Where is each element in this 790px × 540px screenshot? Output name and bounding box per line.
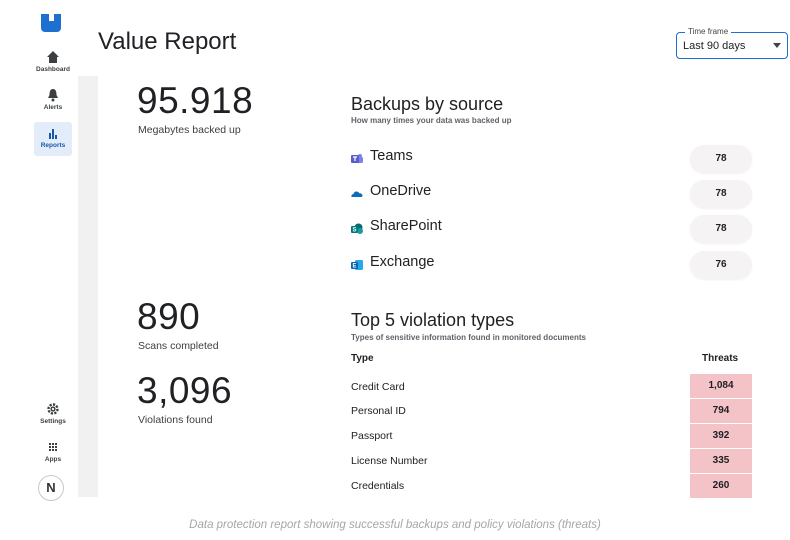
violation-type: Credit Card xyxy=(351,381,405,393)
violation-type: Personal ID xyxy=(351,405,406,417)
source-name: Teams xyxy=(370,148,413,164)
violation-type: Credentials xyxy=(351,480,405,492)
source-name: SharePoint xyxy=(370,218,442,234)
sidebar-item-dashboard[interactable]: Dashboard xyxy=(34,46,72,80)
time-frame-value: Last 90 days xyxy=(683,40,746,52)
source-row-teams: Teams 78 xyxy=(351,145,752,175)
sidebar-item-settings[interactable]: Settings xyxy=(34,398,72,432)
source-count: 78 xyxy=(690,145,752,173)
onedrive-icon xyxy=(351,187,363,199)
time-frame-label: Time frame xyxy=(685,27,732,36)
violation-threats: 794 xyxy=(690,399,752,423)
source-count: 76 xyxy=(690,251,752,279)
source-count: 78 xyxy=(690,215,752,243)
backups-title: Backups by source xyxy=(351,94,504,114)
megabytes-label: Megabytes backed up xyxy=(138,124,241,136)
figure-caption: Data protection report showing successfu… xyxy=(189,519,601,531)
sidebar-item-label: Reports xyxy=(40,142,66,149)
sidebar-item-label: Alerts xyxy=(43,104,63,111)
megabytes-value: 95.918 xyxy=(137,80,254,121)
gear-icon xyxy=(34,401,72,417)
exchange-icon: E xyxy=(351,258,363,270)
violation-type: Passport xyxy=(351,430,393,442)
bar-chart-icon xyxy=(34,125,72,141)
violation-threats: 1,084 xyxy=(690,374,752,398)
sidebar-item-apps[interactable]: Apps xyxy=(34,436,72,470)
sidebar: Dashboard Alerts Reports Settings Apps N xyxy=(34,0,78,501)
violations-title: Top 5 violation types xyxy=(351,310,515,330)
sidebar-item-alerts[interactable]: Alerts xyxy=(34,84,72,118)
source-name: OneDrive xyxy=(370,183,432,199)
source-name: Exchange xyxy=(370,254,435,270)
scans-value: 890 xyxy=(137,296,201,337)
source-row-sharepoint: S SharePoint 78 xyxy=(351,215,752,245)
violation-threats: 392 xyxy=(690,424,752,448)
home-icon xyxy=(34,49,72,65)
svg-text:E: E xyxy=(352,264,356,270)
violations-value: 3,096 xyxy=(137,370,233,411)
scans-label: Scans completed xyxy=(138,340,219,352)
time-frame-select[interactable]: Time frame Last 90 days xyxy=(676,27,788,59)
sidebar-item-label: Apps xyxy=(44,456,62,463)
backups-subtitle: How many times your data was backed up xyxy=(351,116,512,125)
svg-text:S: S xyxy=(352,228,356,234)
violation-type: License Number xyxy=(351,455,428,467)
threats-column-header: Threats xyxy=(702,353,739,364)
violations-label: Violations found xyxy=(138,414,213,426)
sidebar-item-label: Settings xyxy=(40,418,66,425)
source-row-onedrive: OneDrive 78 xyxy=(351,180,752,210)
source-row-exchange: E Exchange 76 xyxy=(351,251,752,281)
violation-threats: 335 xyxy=(690,449,752,473)
teams-icon xyxy=(351,152,363,164)
source-count: 78 xyxy=(690,180,752,208)
chevron-down-icon xyxy=(773,43,781,48)
grid-icon xyxy=(34,439,72,455)
violations-subtitle: Types of sensitive information found in … xyxy=(351,333,586,342)
sidebar-item-reports[interactable]: Reports xyxy=(34,122,72,156)
content-divider xyxy=(78,76,98,497)
app-logo[interactable] xyxy=(41,14,61,32)
sidebar-item-label: Dashboard xyxy=(36,66,70,73)
page-title: Value Report xyxy=(98,28,237,55)
sharepoint-icon: S xyxy=(351,222,363,234)
bell-icon xyxy=(34,87,72,103)
type-column-header: Type xyxy=(351,353,374,364)
violation-threats: 260 xyxy=(690,474,752,498)
avatar[interactable]: N xyxy=(38,475,64,501)
